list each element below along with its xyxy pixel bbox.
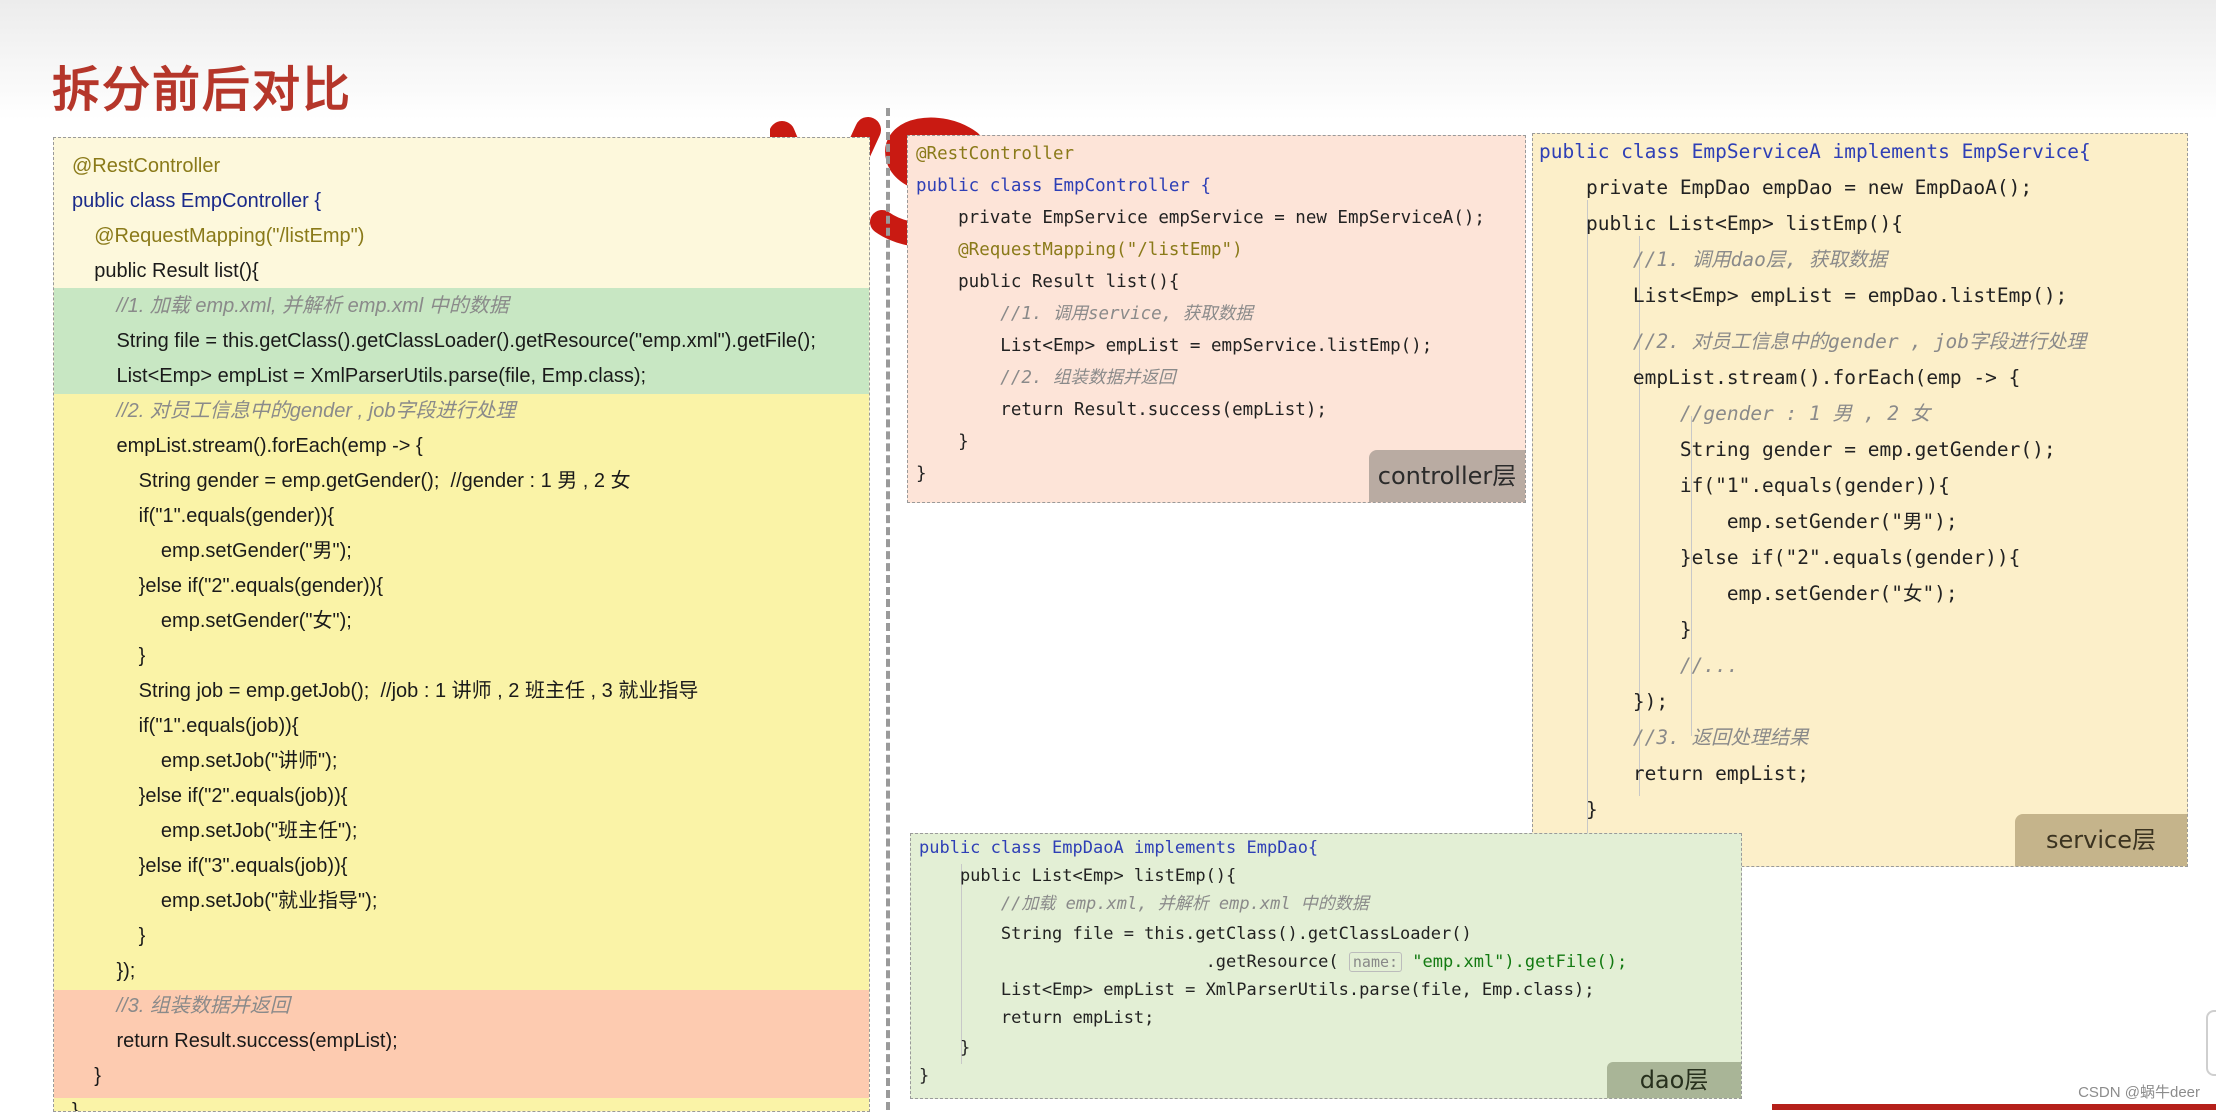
code-line: //2. 对员工信息中的gender , job字段进行处理 [72, 400, 516, 422]
code-line: } [1539, 798, 1598, 821]
code-line: }else if("2".equals(gender)){ [72, 575, 384, 597]
code-line: @RequestMapping("/listEmp") [916, 240, 1243, 260]
code-line: private EmpDao empDao = new EmpDaoA(); [1539, 176, 2033, 199]
code-line: } [72, 925, 146, 947]
controller-layer-tag: controller层 [1369, 450, 1525, 502]
code-line: //1. 调用dao层, 获取数据 [1539, 248, 1887, 271]
page-title: 拆分前后对比 [52, 62, 353, 118]
code-line: List<Emp> empList = empDao.listEmp(); [1539, 284, 2068, 307]
code-line: public class EmpServiceA implements EmpS… [1539, 140, 2091, 163]
code-line: String gender = emp.getGender(); [1539, 438, 2056, 461]
code-line: return empList; [919, 1008, 1155, 1028]
code-line: empList.stream().forEach(emp -> { [1539, 366, 2021, 389]
code-line: } [72, 1065, 101, 1087]
code-line: } [919, 1066, 930, 1086]
code-line: public List<Emp> listEmp(){ [919, 866, 1237, 886]
code-line: }else if("2".equals(job)){ [72, 785, 348, 807]
code-line: public class EmpDaoA implements EmpDao{ [919, 838, 1319, 858]
code-line: return Result.success(empList); [72, 1030, 398, 1052]
code-line: emp.setJob("讲师"); [72, 750, 338, 772]
code-line: if("1".equals(gender)){ [72, 505, 335, 527]
code-line: public Result list(){ [72, 260, 259, 282]
code-line: List<Emp> empList = XmlParserUtils.parse… [919, 980, 1595, 1000]
code-line: } [72, 645, 146, 667]
code-line: //3. 返回处理结果 [1539, 726, 1809, 749]
code-line: }else if("3".equals(job)){ [72, 855, 348, 877]
code-line: @RestController [916, 144, 1075, 164]
code-line: public List<Emp> listEmp(){ [1539, 212, 1903, 235]
code-line: //3. 组装数据并返回 [72, 995, 290, 1017]
code-line: emp.setGender("男"); [1539, 510, 1958, 533]
code-line: public class EmpController { [72, 190, 321, 212]
code-line: public class EmpController { [916, 176, 1212, 196]
code-line: } [916, 432, 969, 452]
code-line: } [72, 1100, 79, 1112]
code-line: public Result list(){ [916, 272, 1180, 292]
code-line: //gender : 1 男 , 2 女 [1539, 402, 1931, 425]
code-line: emp.setJob("班主任"); [72, 820, 358, 842]
code-line: //1. 调用service, 获取数据 [916, 304, 1253, 324]
code-line: private EmpService empService = new EmpS… [916, 208, 1485, 228]
code-line: }else if("2".equals(gender)){ [1539, 546, 2021, 569]
code-line: String job = emp.getJob(); //job : 1 讲师 … [72, 680, 699, 702]
code-line: return Result.success(empList); [916, 400, 1327, 420]
dao-layer-block: public class EmpDaoA implements EmpDao{ … [910, 833, 1742, 1099]
service-layer-tag: service层 [2015, 814, 2187, 866]
code-line: if("1".equals(gender)){ [1539, 474, 1950, 497]
code-line: empList.stream().forEach(emp -> { [72, 435, 423, 457]
original-code-block: @RestController public class EmpControll… [53, 137, 870, 1112]
side-handle[interactable] [2206, 1010, 2216, 1076]
code-line: //2. 对员工信息中的gender , job字段进行处理 [1539, 330, 2086, 353]
code-line: String file = this.getClass().getClassLo… [72, 330, 816, 352]
code-line: emp.setJob("就业指导"); [72, 890, 378, 912]
accent-bar [1772, 1104, 2216, 1110]
code-line: emp.setGender("女"); [72, 610, 352, 632]
code-line: List<Emp> empList = empService.listEmp()… [916, 336, 1433, 356]
parameter-name-hint: name: [1348, 952, 1403, 972]
code-line: emp.setGender("男"); [72, 540, 352, 562]
code-line: //加载 emp.xml, 并解析 emp.xml 中的数据 [919, 894, 1369, 914]
code-line: .getResource( name: "emp.xml").getFile()… [919, 952, 1628, 972]
code-line: } [1539, 618, 1692, 641]
code-line: if("1".equals(job)){ [72, 715, 299, 737]
code-line: //1. 加载 emp.xml, 并解析 emp.xml 中的数据 [72, 295, 509, 317]
controller-layer-block: @RestController public class EmpControll… [907, 135, 1526, 503]
watermark: CSDN @蜗牛deer [2078, 1084, 2200, 1101]
code-line: String file = this.getClass().getClassLo… [919, 924, 1472, 944]
center-divider [886, 108, 890, 1110]
code-line: } [919, 1038, 971, 1058]
code-line: }); [72, 960, 136, 982]
code-line: } [916, 464, 927, 484]
code-line: @RequestMapping("/listEmp") [72, 225, 365, 247]
code-line: @RestController [72, 155, 221, 177]
code-line: }); [1539, 690, 1669, 713]
code-line: //... [1539, 654, 1739, 677]
code-line: //2. 组装数据并返回 [916, 368, 1176, 388]
dao-layer-tag: dao层 [1607, 1062, 1741, 1098]
code-line: return empList; [1539, 762, 1810, 785]
code-line: emp.setGender("女"); [1539, 582, 1958, 605]
service-layer-block: public class EmpServiceA implements EmpS… [1532, 133, 2188, 867]
code-line: String gender = emp.getGender(); //gende… [72, 470, 631, 492]
code-line: List<Emp> empList = XmlParserUtils.parse… [72, 365, 647, 387]
